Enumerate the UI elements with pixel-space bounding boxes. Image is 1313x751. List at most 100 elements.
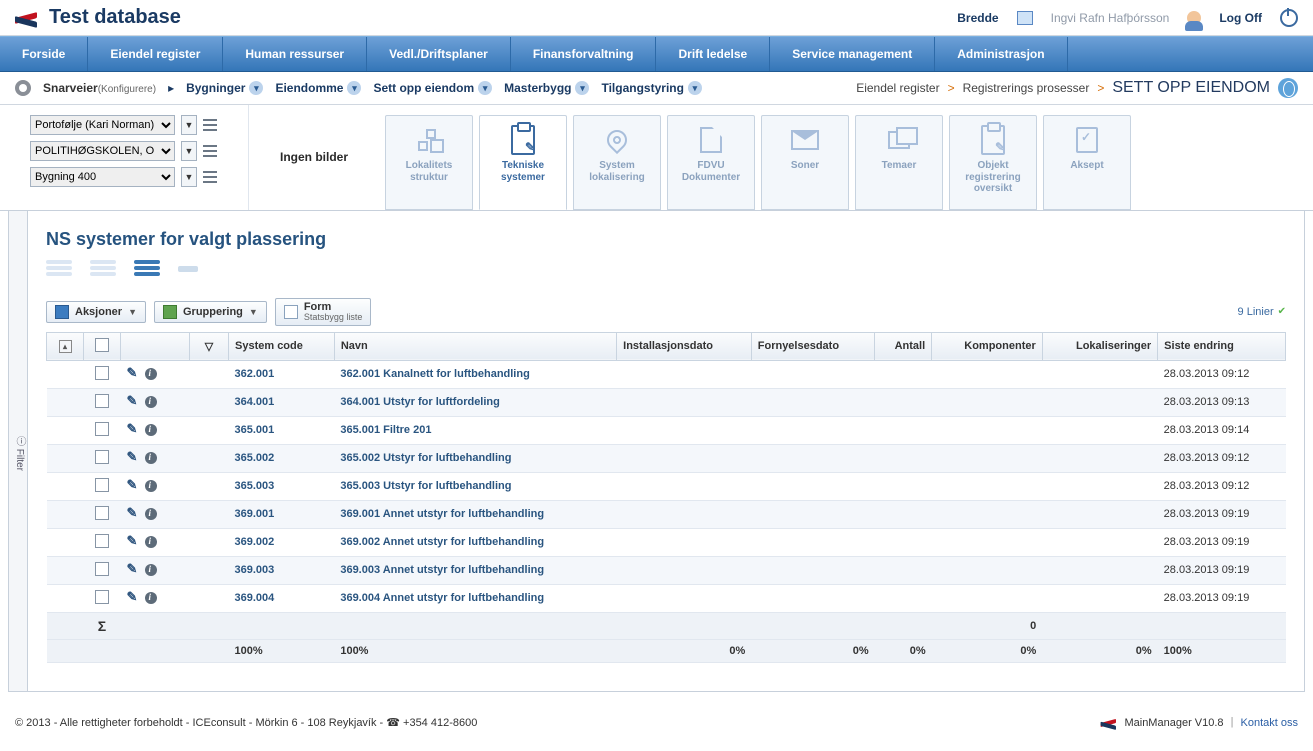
- col-collapse[interactable]: ▴: [47, 332, 84, 360]
- col-siste-endring[interactable]: Siste endring: [1158, 332, 1286, 360]
- info-icon[interactable]: [145, 368, 157, 380]
- filter-rail[interactable]: ⓘ Filter: [9, 211, 28, 691]
- globe-icon[interactable]: [1278, 78, 1298, 98]
- col-installasjonsdato[interactable]: Installasjonsdato: [617, 332, 752, 360]
- row-checkbox[interactable]: [95, 366, 109, 380]
- chevron-down-icon[interactable]: ▾: [575, 81, 589, 95]
- col-sort[interactable]: ▽: [190, 332, 229, 360]
- table-row[interactable]: 365.003365.003 Utstyr for luftbehandling…: [47, 472, 1286, 500]
- chevron-down-icon[interactable]: ▾: [249, 81, 263, 95]
- info-icon[interactable]: [145, 424, 157, 436]
- building-select[interactable]: Bygning 400: [30, 167, 175, 187]
- crumb-bygninger[interactable]: Bygninger▾: [186, 81, 263, 95]
- info-icon[interactable]: [145, 592, 157, 604]
- row-checkbox[interactable]: [95, 562, 109, 576]
- col-antall[interactable]: Antall: [875, 332, 932, 360]
- col-navn[interactable]: Navn: [334, 332, 616, 360]
- tab-fdvu-dokumenter[interactable]: FDVU Dokumenter: [667, 115, 755, 210]
- tab-temaer[interactable]: Temaer: [855, 115, 943, 210]
- edit-icon[interactable]: [127, 480, 139, 492]
- nav-forside[interactable]: Forside: [0, 37, 88, 71]
- edit-icon[interactable]: [127, 424, 139, 436]
- table-row[interactable]: 369.001369.001 Annet utstyr for luftbeha…: [47, 500, 1286, 528]
- list-icon[interactable]: [203, 145, 217, 157]
- gear-icon[interactable]: [15, 80, 31, 96]
- table-row[interactable]: 364.001364.001 Utstyr for luftfordeling2…: [47, 388, 1286, 416]
- tab-aksept[interactable]: Aksept: [1043, 115, 1131, 210]
- edit-icon[interactable]: [127, 368, 139, 380]
- person-icon[interactable]: [1187, 11, 1201, 25]
- crumb-masterbygg[interactable]: Masterbygg▾: [504, 81, 589, 95]
- edit-icon[interactable]: [127, 452, 139, 464]
- row-checkbox[interactable]: [95, 506, 109, 520]
- info-icon[interactable]: [145, 452, 157, 464]
- col-komponenter[interactable]: Komponenter: [932, 332, 1043, 360]
- tab-system-lokalisering[interactable]: System lokalisering: [573, 115, 661, 210]
- user-name[interactable]: Ingvi Rafn Hafþórsson: [1051, 11, 1170, 25]
- info-icon[interactable]: [145, 564, 157, 576]
- chevron-down-icon[interactable]: ▾: [347, 81, 361, 95]
- info-icon[interactable]: [145, 508, 157, 520]
- edit-icon[interactable]: [127, 536, 139, 548]
- row-checkbox[interactable]: [95, 394, 109, 408]
- row-checkbox[interactable]: [95, 422, 109, 436]
- bredde-label[interactable]: Bredde: [957, 11, 998, 25]
- konfigurere-link[interactable]: (Konfigurere): [98, 84, 156, 95]
- portfolio-dropdown-button[interactable]: ▼: [181, 115, 197, 135]
- list-icon[interactable]: [203, 119, 217, 131]
- row-checkbox[interactable]: [95, 450, 109, 464]
- info-icon[interactable]: [145, 480, 157, 492]
- col-system-code[interactable]: System code: [229, 332, 335, 360]
- table-row[interactable]: 362.001362.001 Kanalnett for luftbehandl…: [47, 360, 1286, 388]
- row-checkbox[interactable]: [95, 478, 109, 492]
- edit-icon[interactable]: [127, 592, 139, 604]
- tab-lokalitets-struktur[interactable]: Lokalitets struktur: [385, 115, 473, 210]
- crumb-tilgangstyring[interactable]: Tilgangstyring▾: [601, 81, 701, 95]
- shortcut-label[interactable]: Snarveier: [43, 81, 98, 95]
- bc-registrerings-prosesser[interactable]: Registrerings prosesser: [963, 81, 1090, 95]
- tab-tekniske-systemer[interactable]: Tekniske systemer: [479, 115, 567, 210]
- chevron-down-icon[interactable]: ▾: [688, 81, 702, 95]
- tab-objekt-registrering[interactable]: Objekt registrering oversikt: [949, 115, 1037, 210]
- row-checkbox[interactable]: [95, 590, 109, 604]
- form-button[interactable]: FormStatsbygg liste: [275, 298, 372, 326]
- level-1-icon[interactable]: [46, 260, 72, 278]
- table-row[interactable]: 365.001365.001 Filtre 20128.03.2013 09:1…: [47, 416, 1286, 444]
- edit-icon[interactable]: [127, 508, 139, 520]
- edit-icon[interactable]: [127, 396, 139, 408]
- nav-drift-ledelse[interactable]: Drift ledelse: [656, 37, 770, 71]
- row-checkbox[interactable]: [95, 534, 109, 548]
- col-checkbox-all[interactable]: [84, 332, 121, 360]
- tab-soner[interactable]: Soner: [761, 115, 849, 210]
- crumb-sett-opp-eiendom[interactable]: Sett opp eiendom▾: [373, 81, 492, 95]
- crumb-eiendomme[interactable]: Eiendomme▾: [275, 81, 361, 95]
- col-fornyelsesdato[interactable]: Fornyelsesdato: [751, 332, 874, 360]
- monitor-icon[interactable]: [1017, 11, 1033, 25]
- nav-administrasjon[interactable]: Administrasjon: [935, 37, 1067, 71]
- kontakt-link[interactable]: Kontakt oss: [1241, 716, 1298, 728]
- nav-finansforvaltning[interactable]: Finansforvaltning: [511, 37, 657, 71]
- table-row[interactable]: 365.002365.002 Utstyr for luftbehandling…: [47, 444, 1286, 472]
- table-row[interactable]: 369.002369.002 Annet utstyr for luftbeha…: [47, 528, 1286, 556]
- site-dropdown-button[interactable]: ▼: [181, 141, 197, 161]
- logoff-link[interactable]: Log Off: [1219, 11, 1262, 25]
- nav-eiendel-register[interactable]: Eiendel register: [88, 37, 223, 71]
- nav-human-ressurser[interactable]: Human ressurser: [223, 37, 367, 71]
- gruppering-button[interactable]: Gruppering▼: [154, 301, 267, 323]
- table-row[interactable]: 369.004369.004 Annet utstyr for luftbeha…: [47, 584, 1286, 612]
- nav-service-management[interactable]: Service management: [770, 37, 935, 71]
- list-icon[interactable]: [203, 171, 217, 183]
- portfolio-select[interactable]: Portofølje (Kari Norman): [30, 115, 175, 135]
- power-icon[interactable]: [1280, 9, 1298, 27]
- bc-eiendel-register[interactable]: Eiendel register: [856, 81, 939, 95]
- level-4-icon[interactable]: [178, 266, 198, 272]
- info-icon[interactable]: [145, 536, 157, 548]
- info-icon[interactable]: [145, 396, 157, 408]
- site-select[interactable]: POLITIHØGSKOLEN, O: [30, 141, 175, 161]
- building-dropdown-button[interactable]: ▼: [181, 167, 197, 187]
- aksjoner-button[interactable]: Aksjoner▼: [46, 301, 146, 323]
- chevron-down-icon[interactable]: ▾: [478, 81, 492, 95]
- level-2-icon[interactable]: [90, 260, 116, 278]
- nav-vedl-driftsplaner[interactable]: Vedl./Driftsplaner: [367, 37, 511, 71]
- level-3-icon[interactable]: [134, 260, 160, 278]
